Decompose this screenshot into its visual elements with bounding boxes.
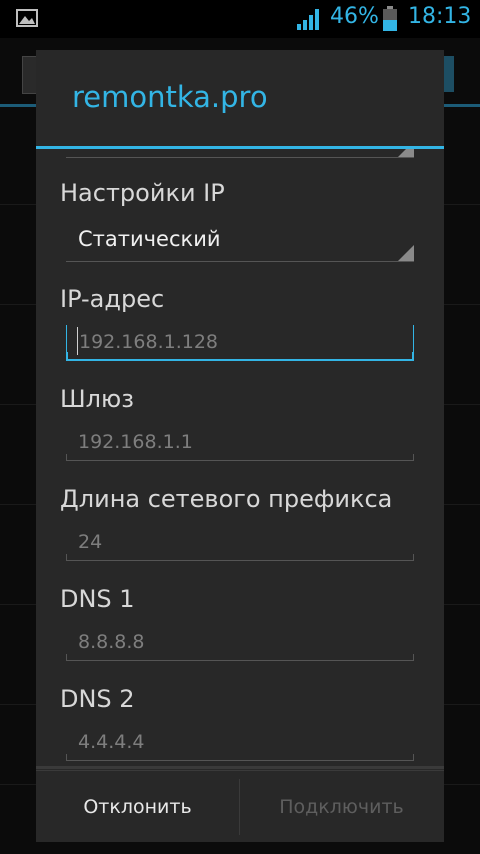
dns1-label: DNS 1: [60, 585, 135, 613]
prefix-length-label: Длина сетевого префикса: [60, 485, 393, 513]
dialog-title: remontka.pro: [72, 80, 268, 114]
gateway-label: Шлюз: [60, 385, 134, 413]
scroll-fade: [36, 766, 444, 769]
signal-icon: [297, 9, 319, 30]
battery-percent: 46%: [330, 4, 379, 29]
spinner-arrow-icon: [398, 245, 414, 261]
dialog-button-bar: Отклонить Подключить: [36, 770, 444, 843]
dns2-input[interactable]: 4.4.4.4: [66, 725, 414, 761]
ip-address-input[interactable]: 192.168.1.128: [66, 325, 414, 361]
prefix-length-placeholder: 24: [78, 531, 103, 553]
status-bar: 46% 18:13: [0, 0, 480, 38]
ip-address-placeholder: 192.168.1.128: [79, 331, 219, 353]
ip-settings-value: Статический: [78, 227, 221, 251]
ip-address-label: IP-адрес: [60, 285, 165, 313]
connect-button[interactable]: Подключить: [240, 771, 443, 843]
clock: 18:13: [408, 4, 472, 29]
proxy-spinner[interactable]: [66, 149, 414, 158]
gateway-input[interactable]: 192.168.1.1: [66, 425, 414, 461]
gateway-placeholder: 192.168.1.1: [78, 431, 193, 453]
text-cursor: [77, 327, 78, 355]
wifi-settings-dialog: remontka.pro Настройки IP Статический IP…: [36, 50, 444, 842]
prefix-length-input[interactable]: 24: [66, 525, 414, 561]
ip-settings-spinner[interactable]: Статический: [66, 225, 414, 262]
dns2-label: DNS 2: [60, 685, 135, 713]
dns2-placeholder: 4.4.4.4: [78, 731, 145, 753]
dns1-input[interactable]: 8.8.8.8: [66, 625, 414, 661]
dialog-scroll-content[interactable]: Настройки IP Статический IP-адрес 192.16…: [36, 149, 444, 769]
battery-icon: [383, 6, 397, 31]
image-notification-icon: [16, 9, 38, 27]
dns1-placeholder: 8.8.8.8: [78, 631, 145, 653]
cancel-button[interactable]: Отклонить: [36, 771, 239, 843]
ip-settings-label: Настройки IP: [60, 179, 225, 207]
spinner-arrow-icon: [398, 149, 414, 157]
